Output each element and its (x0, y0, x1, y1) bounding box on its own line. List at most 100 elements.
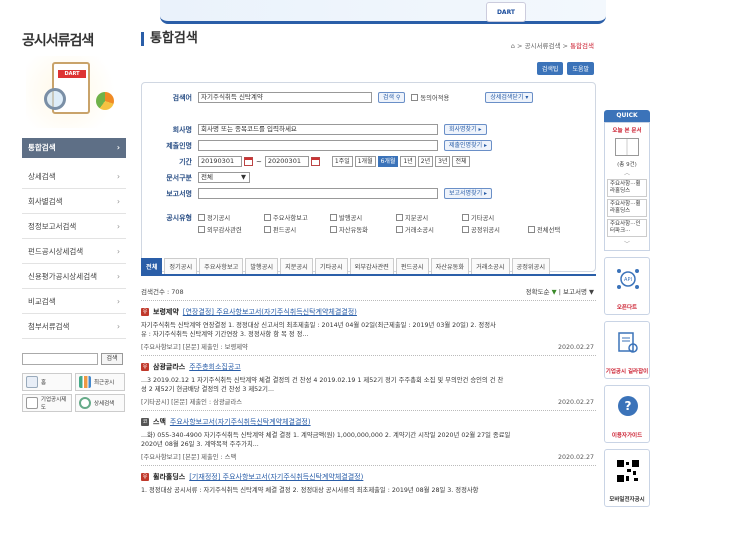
tab-other[interactable]: 기타공시 (314, 258, 348, 274)
pub-type-abs[interactable]: 자산유동화 (330, 225, 388, 234)
period-1week[interactable]: 1주일 (331, 156, 353, 167)
tab-abs[interactable]: 자산유동화 (430, 258, 470, 274)
tab-issue[interactable]: 발행공시 (245, 258, 279, 274)
recent-doc-item[interactable]: 주요사항···휠라홀딩스 (607, 179, 647, 197)
pub-type-equity[interactable]: 지분공시 (396, 213, 454, 222)
sidebar-item-attachment-search[interactable]: 첨부서류검색 › (22, 314, 126, 339)
period-1year[interactable]: 1년 (400, 156, 416, 167)
pub-type-other[interactable]: 기타공시 (462, 213, 520, 222)
calendar-icon[interactable] (310, 157, 320, 166)
doc-type-select[interactable]: 전체 ▼ (198, 172, 250, 183)
api-icon: API (617, 269, 639, 289)
quick-recent-button[interactable]: 최근공시 (75, 373, 125, 391)
result-title-link[interactable]: 주주총회소집공고 (189, 362, 241, 372)
chevron-down-icon[interactable]: ﹀ (607, 239, 647, 248)
opendart-card[interactable]: API 오픈다트 (604, 257, 650, 315)
period-all[interactable]: 전체 (452, 156, 470, 167)
pub-type-label: 공시유형 (166, 213, 192, 222)
company-find-button[interactable]: 회사명찾기 ▸ (444, 124, 487, 135)
tab-regular[interactable]: 정기공시 (164, 258, 198, 274)
keyword-search-button[interactable]: 검색 ⚲ (378, 92, 406, 103)
home-icon (26, 376, 38, 388)
pub-type-exchange[interactable]: 거래소공시 (396, 225, 454, 234)
sidebar-item-integrated-search[interactable]: 통합검색 › (22, 138, 126, 158)
breadcrumb-parent[interactable]: 공시서류검색 (525, 42, 561, 50)
company-input[interactable]: 회사명 또는 종목코드를 입력하세요 (198, 124, 438, 135)
sort-accuracy[interactable]: 정확도순 (526, 288, 550, 296)
mobile-dart-card[interactable]: 모바일전자공시 (604, 449, 650, 507)
pub-type-ftc[interactable]: 공정위공시 (462, 225, 520, 234)
sidebar-item-detail-search[interactable]: 상세검색 › (22, 164, 126, 189)
result-company[interactable]: 삼광글라스 (153, 362, 185, 372)
quick-header: QUICK (604, 110, 650, 122)
calendar-icon[interactable] (244, 157, 253, 166)
user-guide-card[interactable]: ? 이용자가이드 (604, 385, 650, 443)
period-2year[interactable]: 2년 (417, 156, 434, 167)
pub-type-major[interactable]: 주요사항보고 (264, 213, 322, 222)
left-sidebar: 공시서류검색 DART 통합검색 › 상세검색 › 회사별검색 › 정정보고서검색 › … (22, 30, 126, 412)
sidebar-item-company-search[interactable]: 회사별검색 › (22, 189, 126, 214)
period-1month[interactable]: 1개월 (354, 156, 376, 167)
result-company[interactable]: 보령제약 (153, 307, 179, 317)
tab-equity[interactable]: 지분공시 (280, 258, 313, 274)
list-item: 유 휠라홀딩스 [기재정정] 주요사항보고서(자기주식취득신탁계약체결결정) 1. … (141, 465, 596, 499)
tab-major[interactable]: 주요사항보고 (199, 258, 244, 274)
top-banner: DART (160, 0, 606, 24)
sidebar-item-compare-search[interactable]: 비교검색 › (22, 289, 126, 314)
result-snippet: 성 2 제52기 현금배당 결정의 건 찬성 3 제52기... (141, 386, 274, 393)
market-badge: 유 (141, 363, 149, 371)
submitter-input[interactable] (198, 140, 438, 151)
result-title-link[interactable]: [연장결정] 주요사항보고서(자기주식취득신탁계약체결결정) (183, 307, 357, 317)
submitter-find-button[interactable]: 제출인명찾기 ▸ (444, 140, 493, 151)
chevron-right-icon: › (117, 172, 120, 181)
select-all-checkbox[interactable]: 전체선택 (528, 225, 560, 234)
sidebar-search-button[interactable]: 검색 (101, 353, 123, 365)
tab-all[interactable]: 전체 (141, 258, 163, 274)
quick-detail-button[interactable]: 상세검색 (75, 394, 125, 412)
chevron-up-icon[interactable]: ︿ (607, 168, 647, 177)
result-meta: [주요사항보고] [본문] 제출인 : 스맥 (141, 454, 237, 461)
pub-type-fund[interactable]: 펀드공시 (264, 225, 322, 234)
result-tabs: 전체 정기공시 주요사항보고 발행공시 지분공시 기타공시 외부감사관련 펀드공… (141, 258, 596, 276)
pub-type-audit[interactable]: 외부감사관련 (198, 225, 256, 234)
sidebar-item-fund-search[interactable]: 펀드공시상세검색 › (22, 239, 126, 264)
period-6month[interactable]: 6개월 (377, 156, 399, 167)
doc-type-label: 문서구분 (166, 173, 192, 182)
quick-home-button[interactable]: 홈 (22, 373, 72, 391)
sidebar-item-credit-search[interactable]: 신용평가공시상세검색 › (22, 264, 126, 289)
tab-fund[interactable]: 펀드공시 (395, 258, 429, 274)
keyword-input[interactable]: 자기주식취득 신탁계약 (198, 92, 372, 103)
sort-report[interactable]: 보고서명 (563, 288, 587, 296)
market-badge: 유 (141, 308, 149, 316)
recent-doc-item[interactable]: 주요사항···인터파크··· (607, 219, 647, 237)
disclosure-guide-card[interactable]: 기업공시 길라잡이 (604, 321, 650, 379)
help-button[interactable]: 도움말 (567, 62, 594, 75)
result-company[interactable]: 휠라홀딩스 (153, 472, 185, 482)
report-find-button[interactable]: 보고서명찾기 ▸ (444, 188, 493, 199)
result-snippet: 2020년 08월 26일 3. 계약목적 주주가치... (141, 441, 259, 448)
synonym-checkbox[interactable]: 동의어적용 (411, 93, 449, 102)
pub-type-issue[interactable]: 발행공시 (330, 213, 388, 222)
home-icon[interactable]: ⌂ (511, 42, 515, 50)
detail-toggle-button[interactable]: 상세검색닫기 ▾ (485, 92, 534, 103)
list-item: 유 보령제약 [연장결정] 주요사항보고서(자기주식취득신탁계약체결결정) 자기주식… (141, 300, 596, 355)
result-title-link[interactable]: 주요사항보고서(자기주식취득신탁계약체결결정) (170, 417, 311, 427)
recent-doc-item[interactable]: 주요사항···휠라홀딩스 (607, 199, 647, 217)
tab-exchange[interactable]: 거래소공시 (471, 258, 510, 274)
right-quickbar: QUICK 오늘 본 문서 (총 9건) ︿ 주요사항···휠라홀딩스 주요사항… (604, 110, 650, 507)
pie-chart-icon (96, 92, 114, 110)
magnifier-icon (44, 88, 66, 110)
sidebar-search-input[interactable] (22, 353, 98, 365)
date-to-input[interactable]: 20200301 (264, 156, 309, 167)
result-title-link[interactable]: [기재정정] 주요사항보고서(자기주식취득신탁계약체결결정) (189, 472, 363, 482)
sidebar-item-correction-search[interactable]: 정정보고서검색 › (22, 214, 126, 239)
tab-ftc[interactable]: 공정위공시 (511, 258, 551, 274)
search-tip-button[interactable]: 검색팁 (536, 62, 564, 75)
quick-guide-button[interactable]: 기업공시제도 (22, 394, 72, 412)
result-company[interactable]: 스맥 (153, 417, 166, 427)
tab-audit[interactable]: 외부감사관련 (349, 258, 394, 274)
report-input[interactable] (198, 188, 438, 199)
pub-type-regular[interactable]: 정기공시 (198, 213, 256, 222)
period-3year[interactable]: 3년 (435, 156, 451, 167)
date-from-input[interactable]: 20190301 (198, 156, 242, 167)
